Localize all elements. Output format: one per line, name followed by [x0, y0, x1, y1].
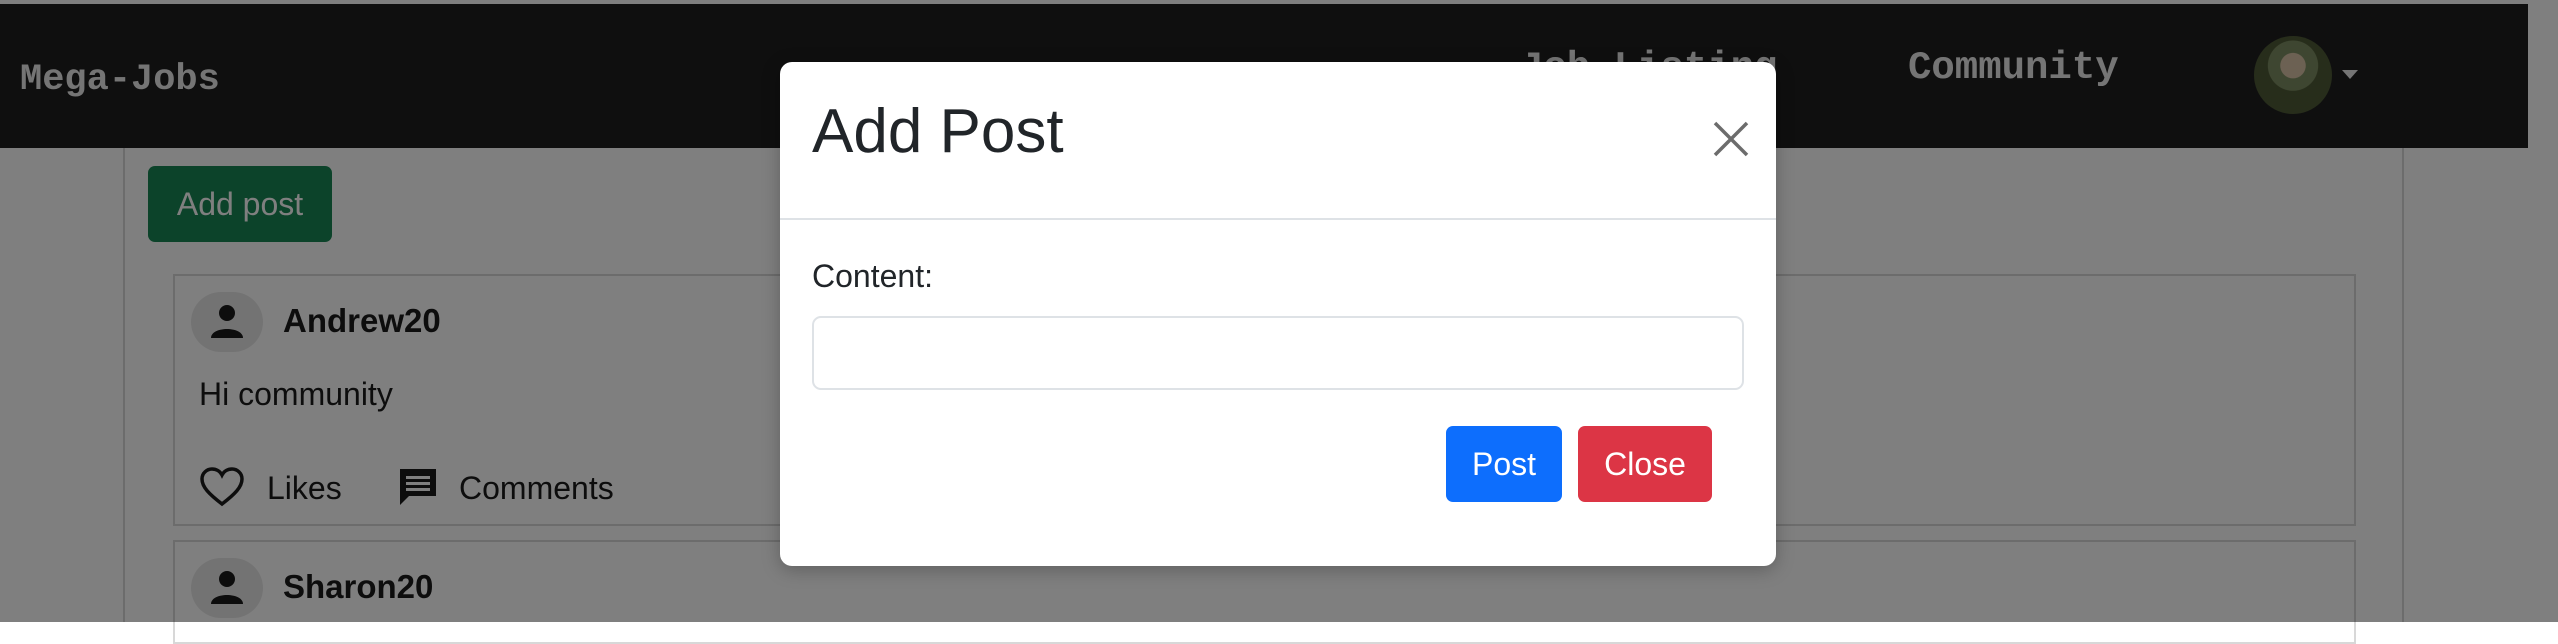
- post-button[interactable]: Post: [1446, 426, 1562, 502]
- modal-divider: [780, 218, 1776, 220]
- add-post-modal: Add Post Content: Post Close: [780, 62, 1776, 566]
- content-input[interactable]: [812, 316, 1744, 390]
- modal-title: Add Post: [812, 97, 1064, 166]
- content-label: Content:: [812, 258, 933, 294]
- close-button[interactable]: Close: [1578, 426, 1712, 502]
- close-icon[interactable]: [1706, 114, 1756, 164]
